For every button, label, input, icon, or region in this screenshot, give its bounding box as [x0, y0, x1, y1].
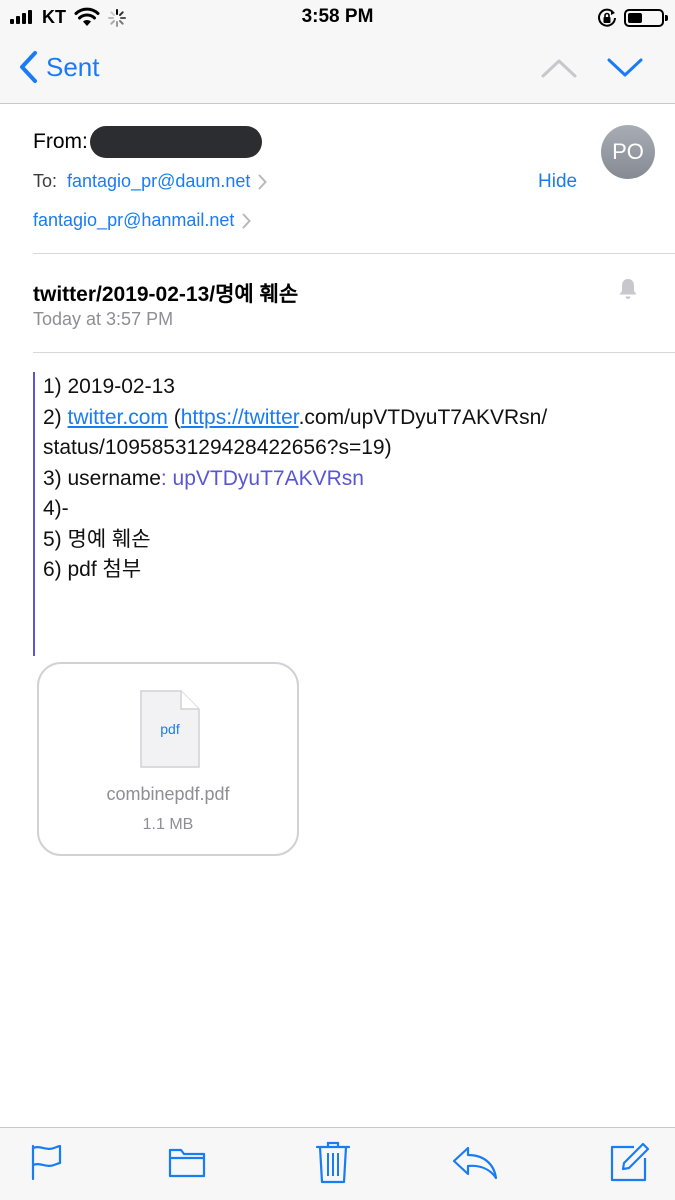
- quote-bar: [33, 372, 35, 656]
- trash-icon[interactable]: [316, 1140, 350, 1184]
- body-line: 6) pdf 첨부: [43, 558, 142, 581]
- username-value: : upVTDyuT7AKVRsn: [160, 466, 364, 490]
- email-subject: twitter/2019-02-13/명예 훼손: [33, 283, 299, 306]
- email-date: Today at 3:57 PM: [33, 309, 174, 329]
- chevron-down-icon[interactable]: [606, 56, 644, 80]
- body-text-span: (: [167, 405, 181, 429]
- battery-icon: [624, 9, 668, 27]
- body-text-span: 2): [43, 405, 68, 429]
- file-size: 1.1 MB: [142, 816, 194, 833]
- recipient-link[interactable]: fantagio_pr@daum.net: [67, 171, 250, 192]
- header-divider: [33, 253, 675, 254]
- status-bar: KT 3:58 PM: [0, 0, 675, 36]
- twitter-link[interactable]: twitter.com: [68, 406, 168, 429]
- status-time: 3:58 PM: [301, 6, 374, 27]
- body-line: 3) username: upVTDyuT7AKVRsn: [43, 464, 547, 495]
- body-text-span: .com/upVTDyuT7AKVRsn/: [298, 405, 548, 429]
- body-line: status/1095853129428422656?s=19): [43, 436, 392, 459]
- folder-icon[interactable]: [168, 1144, 206, 1180]
- flag-icon[interactable]: [30, 1144, 64, 1180]
- chevron-right-icon: [258, 174, 268, 189]
- recipient-link[interactable]: fantagio_pr@hanmail.net: [33, 210, 234, 231]
- chevron-up-icon[interactable]: [540, 56, 578, 80]
- body-line: 5) 명예 훼손: [43, 527, 151, 551]
- url-link[interactable]: https://twitter: [181, 406, 299, 429]
- chevron-left-icon: [20, 51, 37, 83]
- to-row: To: fantagio_pr@daum.net: [33, 171, 268, 192]
- attachment-card[interactable]: pdf combinepdf.pdf 1.1 MB: [37, 662, 299, 856]
- body-line: 2) twitter.com (https://twitter.com/upVT…: [43, 403, 547, 434]
- to-label: To:: [33, 171, 58, 191]
- back-button[interactable]: Sent: [18, 50, 100, 84]
- body-text-span: 3) username: [43, 466, 161, 490]
- from-row: From:: [33, 126, 262, 158]
- body-line: 4)-: [43, 497, 69, 520]
- bell-icon[interactable]: [617, 277, 639, 301]
- file-extension: pdf: [160, 721, 180, 737]
- chevron-right-icon: [242, 213, 252, 228]
- rotation-lock-icon: [598, 8, 616, 27]
- to-row-2: fantagio_pr@hanmail.net: [33, 210, 252, 231]
- redacted-sender: [89, 126, 262, 158]
- body-line: 1) 2019-02-13: [43, 375, 175, 398]
- subject-divider: [33, 352, 675, 353]
- email-body: 1) 2019-02-13 2) twitter.com (https://tw…: [43, 372, 547, 586]
- hide-button[interactable]: Hide: [538, 171, 577, 193]
- avatar[interactable]: PO: [601, 125, 655, 179]
- from-label: From:: [33, 130, 88, 153]
- reply-icon[interactable]: [452, 1146, 498, 1180]
- file-name: combinepdf.pdf: [106, 784, 230, 804]
- navigation-bar: Sent: [0, 36, 675, 104]
- back-label: Sent: [46, 51, 100, 82]
- bottom-toolbar: [0, 1127, 675, 1200]
- compose-icon[interactable]: [610, 1142, 650, 1182]
